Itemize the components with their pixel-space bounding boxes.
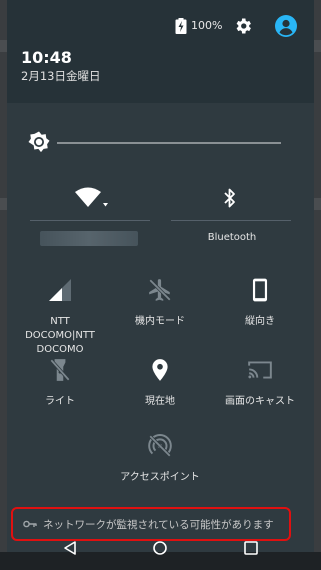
tile-wifi[interactable] (71, 187, 111, 211)
network-monitoring-warning[interactable]: ネットワークが監視されている可能性があります (11, 507, 291, 541)
bluetooth-label: Bluetooth (207, 232, 257, 243)
bluetooth-tile-divider (171, 220, 291, 221)
brightness-slider[interactable] (57, 142, 281, 144)
tile-flashlight[interactable]: ライト (10, 357, 110, 409)
gear-icon[interactable] (233, 16, 253, 36)
phone-portrait-icon (252, 278, 268, 302)
tile-airplane[interactable]: 機内モード (110, 277, 210, 329)
tile-label: ライト (45, 396, 75, 407)
home-icon[interactable] (152, 540, 168, 556)
signal-icon (49, 279, 71, 301)
clock-date: 2月13日金曜日 (21, 69, 101, 83)
location-pin-icon (152, 359, 168, 381)
airplane-icon (149, 279, 171, 301)
quick-settings-panel: Bluetooth NTT DOCOMO|NTT DOCOMO 機内モード 縦向… (7, 103, 314, 552)
battery-charging-icon (175, 18, 187, 34)
back-icon[interactable] (62, 540, 78, 556)
brightness-icon (28, 131, 50, 153)
clock-time: 10:48 (21, 48, 72, 67)
flashlight-icon (50, 359, 70, 381)
wifi-icon (75, 187, 108, 207)
user-avatar-icon[interactable] (275, 15, 297, 37)
tile-label: 機内モード (135, 316, 185, 327)
cast-icon (248, 361, 272, 379)
tile-hotspot[interactable]: アクセスポイント (110, 433, 210, 485)
bluetooth-icon (224, 188, 235, 208)
recent-apps-icon[interactable] (244, 541, 258, 555)
tile-rotation[interactable]: 縦向き (210, 277, 310, 329)
wifi-network-name (40, 231, 138, 246)
warning-text: ネットワークが監視されている可能性があります (43, 518, 274, 531)
tile-bluetooth[interactable] (220, 187, 240, 209)
tile-label: アクセスポイント (120, 472, 200, 483)
tile-mobile-data[interactable]: NTT DOCOMO|NTT DOCOMO (10, 277, 110, 357)
tile-label: 縦向き (245, 316, 275, 327)
hotspot-icon (148, 434, 172, 457)
tile-cast[interactable]: 画面のキャスト (210, 357, 310, 409)
wifi-tile-divider (30, 220, 150, 221)
tile-label: NTT DOCOMO|NTT DOCOMO (25, 316, 95, 355)
tile-label: 現在地 (145, 396, 175, 407)
key-icon (23, 520, 37, 528)
tile-location[interactable]: 現在地 (110, 357, 210, 409)
battery-percent: 100% (191, 19, 223, 32)
tile-label: 画面のキャスト (225, 396, 295, 407)
shade-header: 100% 10:48 2月13日金曜日 (7, 0, 314, 103)
notification-shade: 100% 10:48 2月13日金曜日 Bluetooth NTT DOCOMO… (7, 0, 314, 552)
